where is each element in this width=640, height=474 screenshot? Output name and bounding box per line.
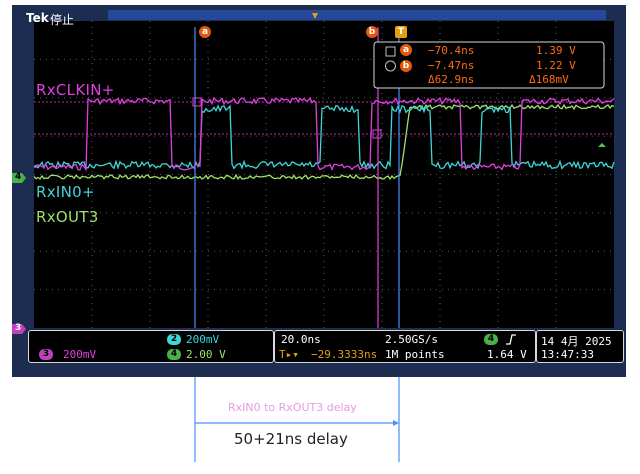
annotation-subtitle: RxIN0 to RxOUT3 delay [228, 401, 357, 414]
delay-arrowhead-icon [393, 420, 399, 426]
annotation-delay-value: 50+21ns delay [234, 430, 348, 448]
